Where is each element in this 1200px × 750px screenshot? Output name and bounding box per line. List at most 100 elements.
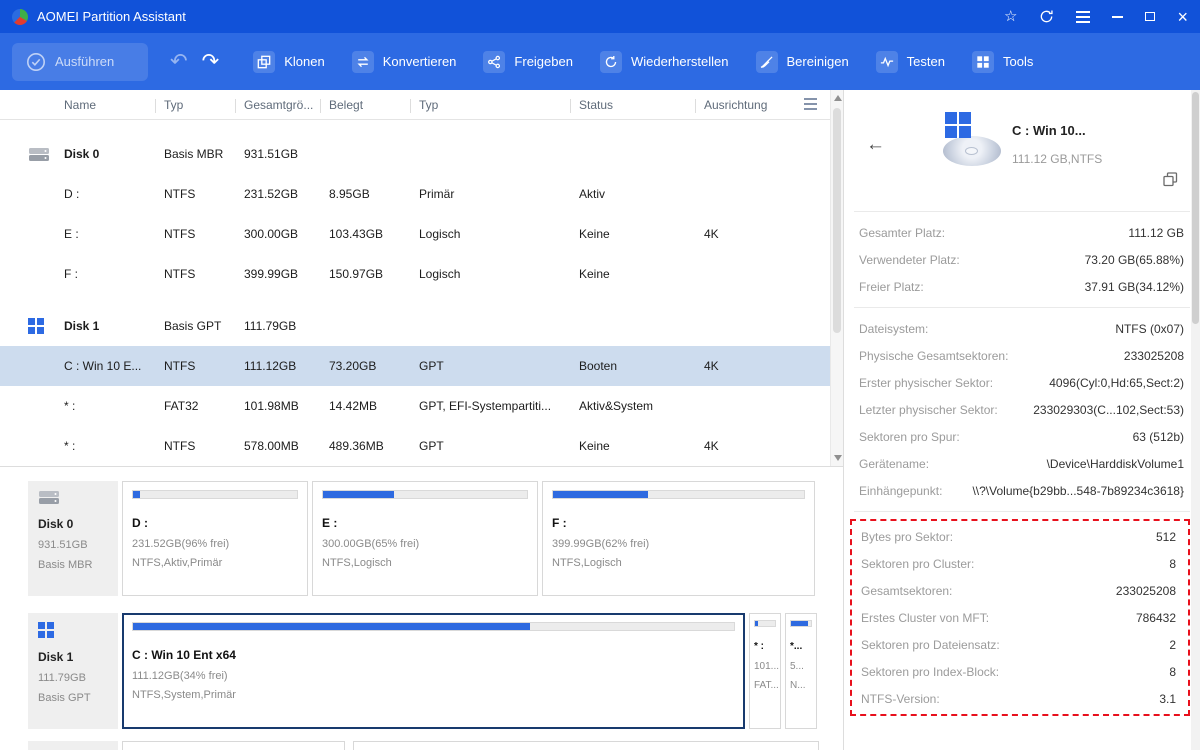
tools-grid-icon <box>971 50 994 73</box>
column-options-icon[interactable] <box>804 98 817 110</box>
table-row-c-selected[interactable]: C : Win 10 E... NTFS 111.12GB 73.20GB GP… <box>0 346 843 386</box>
table-row-recovery[interactable]: * : NTFS 578.00MB 489.36MB GPT Keine 4K <box>0 426 843 466</box>
header-belegt[interactable]: Belegt <box>320 98 419 113</box>
share-icon <box>483 50 506 73</box>
toolbar-button-klonen[interactable]: Klonen <box>253 50 325 73</box>
details-group-space: Gesamter Platz: 111.12 GB Verwendeter Pla… <box>859 225 1184 294</box>
table-row-disk1[interactable]: Disk 1 Basis GPT 111.79GB <box>0 306 843 346</box>
cell-size: 231.52GB <box>244 187 299 201</box>
execute-button[interactable]: Ausführen <box>12 42 148 81</box>
windows-disk-icon <box>28 318 64 334</box>
cell-typ2: Primär <box>419 187 455 201</box>
table-scrollbar[interactable] <box>830 90 843 466</box>
app-window: AOMEI Partition Assistant ☆ × Ausführen … <box>0 0 1200 750</box>
header-typ[interactable]: Typ <box>155 98 244 113</box>
cell-size: 399.99GB <box>244 267 299 281</box>
scroll-up-icon[interactable] <box>834 95 842 101</box>
toolbar-button-bereinigen[interactable]: Bereinigen <box>755 50 849 73</box>
divider <box>854 211 1190 212</box>
header-name[interactable]: Name <box>64 98 164 112</box>
details-scrollbar[interactable] <box>1191 90 1200 750</box>
update-refresh-icon[interactable] <box>1039 9 1054 24</box>
cell-name: * : <box>64 399 76 413</box>
cell-typ: NTFS <box>164 439 196 453</box>
clean-brush-icon <box>755 50 778 73</box>
cell-status: Aktiv&System <box>579 399 654 413</box>
table-row-f[interactable]: F : NTFS 399.99GB 150.97GB Logisch Keine <box>0 254 843 294</box>
cell-typ: Basis MBR <box>164 147 224 161</box>
toolbar: Ausführen ↶ ↷ Klonen Konvertieren Freige… <box>0 33 1200 90</box>
back-arrow-icon[interactable]: ← <box>866 134 885 156</box>
copy-icon[interactable] <box>1163 172 1178 187</box>
redo-icon[interactable]: ↷ <box>202 51 220 72</box>
cell-name: F : <box>64 267 78 281</box>
undo-icon[interactable]: ↶ <box>170 51 188 72</box>
partition-block-recovery[interactable]: *... 5... N... <box>785 613 817 729</box>
scrollbar-thumb[interactable] <box>833 108 841 333</box>
disk0-row: Disk 0 931.51GB Basis MBR D : 231.52GB(9… <box>28 481 815 596</box>
minimize-button[interactable] <box>1112 15 1124 18</box>
details-group-filesystem: Dateisystem: NTFS (0x07) Physische Gesamt… <box>859 321 1184 498</box>
favorite-star-icon[interactable]: ☆ <box>1004 9 1017 24</box>
cell-typ2: GPT, EFI-Systempartiti... <box>419 399 552 413</box>
toolbar-button-konvertieren[interactable]: Konvertieren <box>351 50 456 73</box>
cell-typ: NTFS <box>164 187 196 201</box>
details-title: C : Win 10... <box>1012 123 1086 138</box>
window-title: AOMEI Partition Assistant <box>37 9 186 24</box>
disk-drive-icon <box>28 147 64 162</box>
partition-block-f[interactable]: F : 399.99GB(62% frei) NTFS,Logisch <box>542 481 815 596</box>
cell-name: * : <box>64 439 76 453</box>
close-button[interactable]: × <box>1177 8 1188 26</box>
cell-belegt: 150.97GB <box>329 267 384 281</box>
cell-typ2: GPT <box>419 359 444 373</box>
disk1-meta[interactable]: Disk 1 111.79GB Basis GPT <box>28 613 118 729</box>
toolbar-button-tools[interactable]: Tools <box>971 50 1033 73</box>
partition-block-d[interactable]: D : 231.52GB(96% frei) NTFS,Aktiv,Primär <box>122 481 308 596</box>
disk-map-pane: Disk 0 931.51GB Basis MBR D : 231.52GB(9… <box>0 466 843 750</box>
cell-belegt: 103.43GB <box>329 227 384 241</box>
maximize-button[interactable] <box>1145 12 1156 21</box>
convert-icon <box>351 50 374 73</box>
test-pulse-icon <box>875 50 898 73</box>
cell-typ2: GPT <box>419 439 444 453</box>
cell-size: 300.00GB <box>244 227 299 241</box>
table-row-disk0[interactable]: Disk 0 Basis MBR 931.51GB <box>0 134 843 174</box>
cell-typ: Basis GPT <box>164 319 222 333</box>
cell-name: Disk 1 <box>64 319 100 333</box>
partition-block-c-selected[interactable]: C : Win 10 Ent x64 111.12GB(34% frei) NT… <box>122 613 745 729</box>
cell-size: 578.00MB <box>244 439 299 453</box>
scrollbar-thumb[interactable] <box>1192 92 1199 324</box>
scroll-down-icon[interactable] <box>834 455 842 461</box>
toolbar-button-wiederherstellen[interactable]: Wiederherstellen <box>599 50 729 73</box>
usage-bar <box>790 620 812 627</box>
cell-status: Booten <box>579 359 618 373</box>
usage-bar <box>132 622 735 631</box>
disk-drive-icon <box>38 490 108 505</box>
cell-name: C : Win 10 E... <box>64 359 142 373</box>
header-ausrichtung[interactable]: Ausrichtung <box>695 98 784 113</box>
details-header: ← C : Win 10... 111.12 GB,NTFS <box>844 90 1200 204</box>
check-circle-icon <box>26 52 46 72</box>
table-row-e[interactable]: E : NTFS 300.00GB 103.43GB Logisch Keine… <box>0 214 843 254</box>
divider <box>854 511 1190 512</box>
cell-typ: NTFS <box>164 227 196 241</box>
menu-icon[interactable] <box>1076 10 1091 23</box>
header-status[interactable]: Status <box>570 98 704 113</box>
header-typ2[interactable]: Typ <box>410 98 579 113</box>
cell-size: 101.98MB <box>244 399 299 413</box>
table-row-d[interactable]: D : NTFS 231.52GB 8.95GB Primär Aktiv <box>0 174 843 214</box>
partition-block-efi[interactable]: * : 101... FAT... <box>749 613 781 729</box>
header-size[interactable]: Gesamtgrö... <box>235 98 329 113</box>
windows-disk-icon <box>38 622 108 638</box>
table-row-efi[interactable]: * : FAT32 101.98MB 14.42MB GPT, EFI-Syst… <box>0 386 843 426</box>
cell-status: Keine <box>579 267 610 281</box>
table-body: Disk 0 Basis MBR 931.51GB D : NTFS 231.5… <box>0 120 843 466</box>
cell-typ2: Logisch <box>419 267 461 281</box>
partition-table: Name Typ Gesamtgrö... Belegt Typ Status … <box>0 90 843 466</box>
cell-size: 111.79GB <box>244 319 297 333</box>
toolbar-button-freigeben[interactable]: Freigeben <box>483 50 573 73</box>
toolbar-button-testen[interactable]: Testen <box>875 50 945 73</box>
disk0-meta[interactable]: Disk 0 931.51GB Basis MBR <box>28 481 118 596</box>
partition-block-e[interactable]: E : 300.00GB(65% frei) NTFS,Logisch <box>312 481 538 596</box>
usage-bar <box>754 620 776 627</box>
